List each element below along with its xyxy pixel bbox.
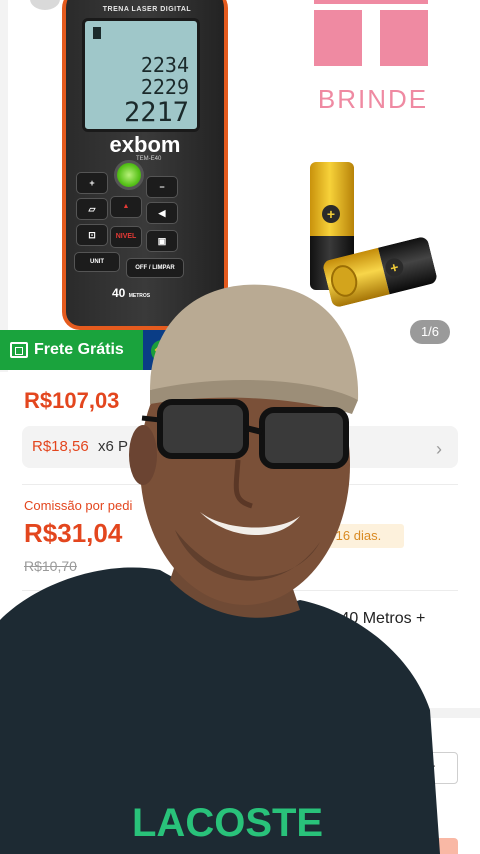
gift-icon xyxy=(314,0,428,66)
chevron-right-icon: › xyxy=(436,439,442,459)
device-lcd-screen: 2234 2229 2217 xyxy=(82,18,200,132)
free-shipping-badge: Frete Grátis xyxy=(0,330,143,370)
commission-value: R$31,04 xyxy=(24,518,123,548)
device-key-laser-icon: ▲ xyxy=(110,196,142,218)
device-key-memory-icon: ▣ xyxy=(146,230,178,252)
origin-badge: B xyxy=(143,330,223,370)
back-button[interactable] xyxy=(30,0,60,10)
origin-badge-label: B xyxy=(179,341,191,358)
shirt-print-text: LACOSTE xyxy=(132,801,323,845)
product-title[interactable]: Laser 40 Metros + xyxy=(296,610,425,628)
device-key-off: OFF / LIMPAR xyxy=(126,258,184,278)
device-key-minus: − xyxy=(146,176,178,198)
laser-measure-device: TRENA LASER DIGITAL 2234 2229 2217 exbom… xyxy=(62,0,228,330)
device-key-plus: + xyxy=(76,172,108,194)
commission-label: Comissão por pedi xyxy=(24,498,133,513)
free-shipping-label: Frete Grátis xyxy=(34,341,124,358)
device-key-area-icon: ▱ xyxy=(76,198,108,220)
device-key-volume-icon: ⊡ xyxy=(76,224,108,246)
lcd-indicator xyxy=(93,27,101,39)
brazil-flag-icon xyxy=(151,340,173,362)
lcd-reading-2: 2229 xyxy=(140,75,189,99)
shipping-icon xyxy=(10,342,28,358)
divider xyxy=(22,590,458,591)
device-top-label: TRENA LASER DIGITAL xyxy=(102,6,192,13)
product-image: TRENA LASER DIGITAL 2234 2229 2217 exbom… xyxy=(8,0,480,372)
device-key-level: NIVEL xyxy=(110,226,142,248)
section-separator xyxy=(0,708,480,718)
old-commission-price: R$10,70 xyxy=(24,558,77,574)
device-brand-logo: exbom xyxy=(109,132,181,157)
installment-row[interactable]: R$18,56 x6 P › xyxy=(22,426,458,468)
gift-label: BRINDE xyxy=(317,84,429,114)
device-key-unit: UNIT xyxy=(74,252,120,272)
divider xyxy=(22,484,458,485)
battery-plus-icon: + xyxy=(322,205,340,223)
installment-price: R$18,56 xyxy=(32,438,89,455)
installment-count: x6 P xyxy=(98,438,129,455)
device-range-value: 40 xyxy=(112,286,126,300)
device-model: TEM-E40 xyxy=(136,156,162,162)
lcd-reading-3: 2217 xyxy=(123,97,189,128)
screen: TRENA LASER DIGITAL 2234 2229 2217 exbom… xyxy=(0,0,480,854)
expiry-badge: am 16 dias. xyxy=(300,524,404,548)
product-price: R$107,03 xyxy=(24,388,120,413)
device-measure-button xyxy=(114,160,144,190)
device-range-unit: METROS xyxy=(128,293,151,299)
device-range: 40 METROS xyxy=(112,286,150,300)
product-image-gallery[interactable]: TRENA LASER DIGITAL 2234 2229 2217 exbom… xyxy=(0,0,480,372)
bottom-action-bar[interactable] xyxy=(424,838,458,854)
action-button[interactable]: tar xyxy=(372,752,458,784)
image-counter: 1/6 xyxy=(410,320,450,344)
lcd-reading-1: 2234 xyxy=(140,53,189,77)
device-key-back-icon: ◀ xyxy=(146,202,178,224)
